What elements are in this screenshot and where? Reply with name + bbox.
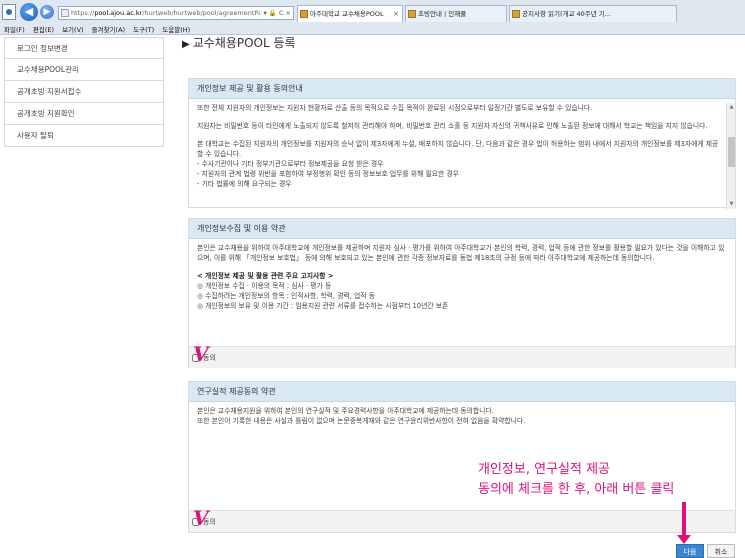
- privacy-notice-p3: 본 대학교는 수집된 지원자의 개인정보를 지원자의 승낙 없이 제3자에게 누…: [197, 140, 719, 158]
- menu-view[interactable]: 보기(V): [62, 25, 83, 35]
- browser-chrome: ◀ ▶ https://pool.ajou.ac.kr/hurtweb/hurt…: [0, 0, 745, 35]
- annotation-arrow-icon: [677, 502, 691, 544]
- privacy-notice-p2: 지원자는 비밀번호 등이 타인에게 노출되지 않도록 철저히 관리해야 하며, …: [197, 122, 708, 130]
- tab-favicon-icon: [512, 10, 520, 18]
- privacy-notice-scrollbar[interactable]: ▲ ▼: [726, 103, 735, 209]
- tab-close-icon[interactable]: ×: [393, 6, 399, 22]
- sidebar-item-apply-check[interactable]: 공개초빙 지원확인: [4, 103, 164, 125]
- tab-label: 공지사항 읽기(개교 40주년 기...: [522, 10, 611, 18]
- privacy-notice-body: 또한 전체 지원자의 개인정보는 지원자 현황자료 산출 등의 목적으로 수집 …: [189, 99, 735, 209]
- privacy-notice-li1: - 수사기관이나 기타 정부기관으로부터 정보제공을 요청 받은 경우: [197, 160, 384, 168]
- privacy-terms-b1: ◎ 개인정보 수집 · 이용의 목적 : 심사 · 평가 등: [197, 282, 332, 290]
- scroll-thumb[interactable]: [728, 137, 735, 167]
- tab-favicon-icon: [300, 10, 308, 18]
- menu-edit[interactable]: 편집(E): [33, 25, 54, 35]
- forward-arrow-icon[interactable]: ▶: [40, 5, 54, 19]
- privacy-notice-panel: 개인정보 제공 및 활용 동의안내 또한 전체 지원자의 개인정보는 지원자 현…: [188, 78, 736, 209]
- page-title-text: 교수채용POOL 등록: [192, 36, 296, 50]
- privacy-notice-title: 개인정보 제공 및 활용 동의안내: [189, 79, 735, 99]
- research-terms-body: 본인은 교수채용지원을 위하여 본인의 연구실적 및 주요경력사항을 아주대학교…: [189, 402, 735, 426]
- research-agree-row[interactable]: 동의: [189, 510, 735, 532]
- privacy-terms-title: 개인정보수집 및 이용 약관: [189, 219, 735, 239]
- tab-label: 아주대학교 교수채용POOL: [310, 10, 384, 18]
- privacy-terms-panel: 개인정보수집 및 이용 약관 본인은 교수채용을 위하여 아주대학교에 개인정보…: [188, 218, 736, 368]
- sidebar-item-pool-manage[interactable]: 교수채용POOL관리: [4, 59, 164, 81]
- sidebar: 로그인 정보변경 교수채용POOL관리 공개초빙 지원서접수 공개초빙 지원확인…: [4, 37, 164, 147]
- instruction-line-1: 개인정보, 연구실적 제공: [478, 462, 610, 477]
- scroll-up-icon[interactable]: ▲: [728, 104, 735, 111]
- research-terms-panel: 연구실적 제공동의 약관 본인은 교수채용지원을 위하여 본인의 연구실적 및 …: [188, 381, 736, 533]
- research-terms-p1: 본인은 교수채용지원을 위하여 본인의 연구실적 및 주요경력사항을 아주대학교…: [197, 407, 494, 415]
- back-arrow-icon[interactable]: ◀: [20, 3, 38, 21]
- privacy-notice-li2: - 지원자의 관계 법령 위반을 포함하여 부정행위 확인 등의 정보보호 업무…: [197, 170, 459, 178]
- menu-bar: 파일(F) 편집(E) 보기(V) 즐겨찾기(A) 도구(T) 도움말(H): [0, 25, 745, 35]
- browser-logo-icon: [2, 4, 16, 20]
- privacy-notice-scrollbox[interactable]: 또한 전체 지원자의 개인정보는 지원자 현황자료 산출 등의 목적으로 수집 …: [197, 103, 735, 209]
- page-title: ▶ 교수채용POOL 등록: [182, 34, 296, 51]
- url-path: /hurtweb/hurtweb/pool/agreementPage.ac: [142, 9, 280, 17]
- url-domain: pool.ajou.ac.kr: [94, 9, 143, 17]
- research-terms-title: 연구실적 제공동의 약관: [189, 382, 735, 402]
- check-annotation-1: V: [193, 342, 209, 366]
- instruction-line-2: 동의에 체크를 한 후, 아래 버튼 클릭: [478, 482, 675, 497]
- tab-favicon-icon: [408, 10, 416, 18]
- tab-notice[interactable]: 공지사항 읽기(개교 40주년 기...: [509, 5, 677, 22]
- check-annotation-2: V: [193, 506, 209, 530]
- privacy-terms-b3: ◎ 개인정보의 보유 및 이용 기간 : 임용지원 관련 서류를 접수하는 시점…: [197, 302, 449, 310]
- privacy-agree-row[interactable]: 동의: [189, 346, 735, 368]
- browser-nav-row: ◀ ▶ https://pool.ajou.ac.kr/hurtweb/hurt…: [0, 0, 745, 24]
- sidebar-item-login-info[interactable]: 로그인 정보변경: [4, 37, 164, 59]
- menu-tools[interactable]: 도구(T): [133, 25, 154, 35]
- url-prefix: https://: [71, 9, 95, 17]
- tab-ajou-pool[interactable]: 아주대학교 교수채용POOL ×: [297, 5, 403, 22]
- instruction-annotation: 개인정보, 연구실적 제공 동의에 체크를 한 후, 아래 버튼 클릭: [478, 460, 674, 500]
- research-terms-p2: 또한 본인이 기록한 내용은 사실과 틀림이 없으며 논문중복게재와 같은 연구…: [197, 417, 526, 425]
- tab-recruit-info[interactable]: 초빙안내 | 인재풀: [405, 5, 507, 22]
- title-arrow-icon: ▶: [182, 39, 190, 50]
- address-tools[interactable]: ▾ 🔒 C ×: [260, 7, 291, 19]
- menu-file[interactable]: 파일(F): [4, 25, 25, 35]
- sidebar-item-withdraw[interactable]: 사용자 탈퇴: [4, 125, 164, 147]
- privacy-notice-li3: - 기타 법률에 의해 요구되는 경우: [197, 180, 292, 188]
- privacy-notice-p1: 또한 전체 지원자의 개인정보는 지원자 현황자료 산출 등의 목적으로 수집 …: [197, 104, 593, 112]
- tab-label: 초빙안내 | 인재풀: [418, 10, 467, 18]
- menu-favorites[interactable]: 즐겨찾기(A): [92, 25, 125, 35]
- sidebar-item-apply[interactable]: 공개초빙 지원서접수: [4, 81, 164, 103]
- address-bar[interactable]: https://pool.ajou.ac.kr/hurtweb/hurtweb/…: [58, 6, 294, 20]
- next-button[interactable]: 다음: [676, 544, 704, 558]
- privacy-terms-body: 본인은 교수채용을 위하여 아주대학교에 개인정보를 제공하며 지원자 심사 ·…: [189, 239, 735, 311]
- privacy-terms-b2: ◎ 수집하려는 개인정보의 항목 : 인적사항, 학력, 경력, 업적 등: [197, 292, 375, 300]
- page-icon: [61, 9, 69, 17]
- scroll-down-icon[interactable]: ▼: [728, 201, 735, 208]
- cancel-button[interactable]: 취소: [707, 544, 735, 558]
- privacy-terms-heading: < 개인정보 제공 및 활용 관련 주요 고지사항 >: [197, 272, 334, 280]
- privacy-terms-p1: 본인은 교수채용을 위하여 아주대학교에 개인정보를 제공하며 지원자 심사 ·…: [197, 244, 725, 262]
